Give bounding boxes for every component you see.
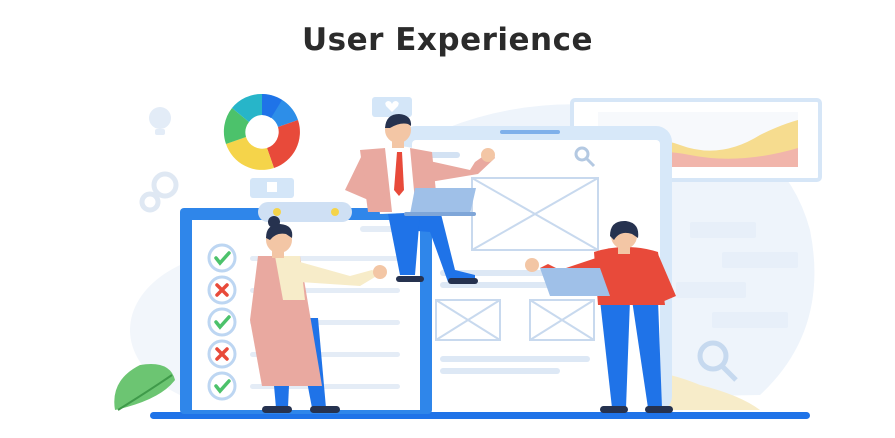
cross-icon	[207, 275, 237, 305]
leaf-icon	[114, 364, 175, 411]
ux-illustration	[114, 93, 822, 419]
gear-icon	[139, 171, 179, 213]
pie-chart-icon	[223, 93, 300, 170]
cross-icon	[207, 339, 237, 369]
heart-icon	[372, 97, 412, 117]
check-icon	[207, 307, 237, 337]
illustration-stage: User Experience	[0, 0, 895, 438]
check-icon	[207, 243, 237, 273]
check-icon	[207, 371, 237, 401]
trophy-icon	[250, 178, 294, 198]
lightbulb-icon	[149, 107, 171, 135]
